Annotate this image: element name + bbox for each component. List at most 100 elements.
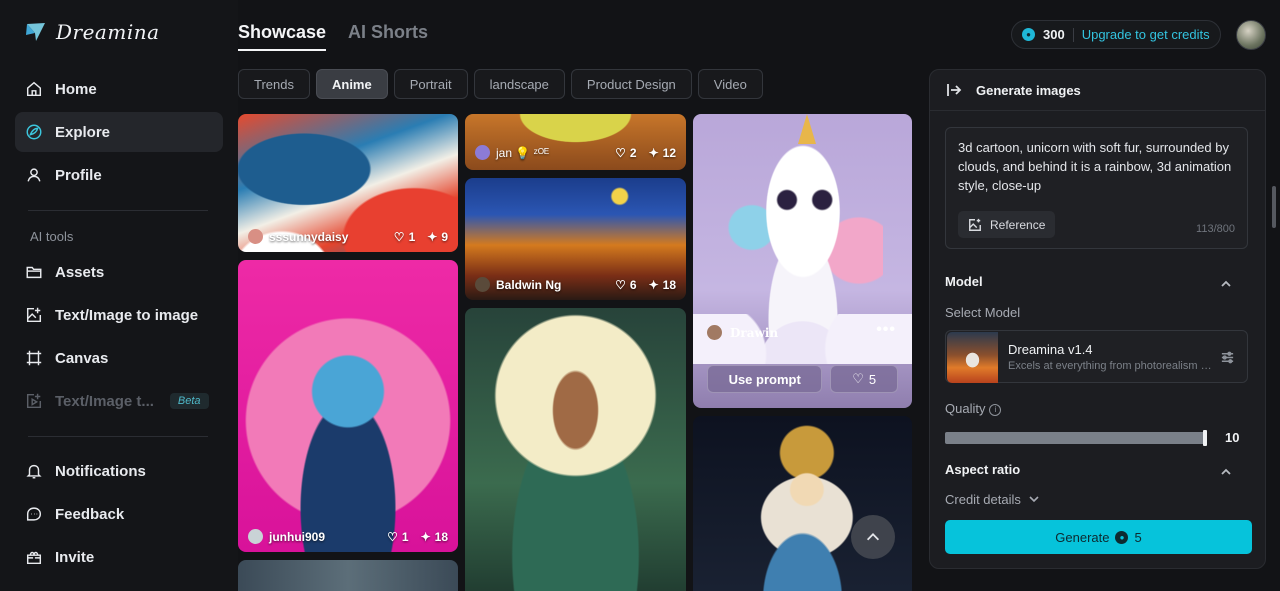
filter-video[interactable]: Video: [697, 69, 763, 99]
card-meta: junhui909 ♡ 1 ✦ 18: [248, 529, 448, 544]
sparkle-icon: ✦: [427, 229, 438, 244]
filter-trends[interactable]: Trends: [238, 69, 310, 99]
author-name[interactable]: sssunnydaisy: [269, 230, 348, 244]
model-section-title[interactable]: Model: [945, 274, 983, 289]
unicorn-horn: [798, 114, 816, 144]
collapse-panel-icon[interactable]: [946, 82, 962, 98]
gallery-card[interactable]: Baldwin Ng ♡ 6 ✦ 18: [465, 178, 686, 300]
video-icon: [26, 393, 42, 409]
credit-coin-icon: ●: [1022, 28, 1035, 41]
reference-button[interactable]: Reference: [958, 211, 1056, 238]
remix-count[interactable]: ✦ 9: [427, 230, 448, 244]
gallery-card[interactable]: jan 💡 ᶻᴼᴱ ♡ 2 ✦ 12: [465, 114, 686, 170]
credits-pill[interactable]: ● 300 Upgrade to get credits: [1011, 20, 1221, 49]
prompt-char-counter: 113/800: [1196, 223, 1235, 235]
like-count[interactable]: ♡ 1: [394, 230, 415, 244]
prompt-text[interactable]: 3d cartoon, unicorn with soft fur, surro…: [958, 138, 1235, 195]
feedback-icon: [26, 507, 42, 521]
user-avatar[interactable]: [1236, 20, 1266, 50]
filter-product-design[interactable]: Product Design: [570, 69, 692, 99]
sidebar-item-explore[interactable]: Explore: [15, 112, 223, 152]
gallery-card-hovered[interactable]: Drawin ••• Use prompt ♡ 5: [693, 114, 912, 408]
aspect-ratio-toggle[interactable]: [1221, 464, 1231, 475]
credit-amount: 300: [1043, 27, 1065, 42]
model-selector[interactable]: Dreamina v1.4 Excels at everything from …: [945, 330, 1248, 383]
sidebar-divider: [28, 210, 208, 211]
heart-icon: ♡: [387, 529, 398, 544]
filter-landscape[interactable]: landscape: [473, 69, 565, 99]
tab-ai-shorts[interactable]: AI Shorts: [348, 22, 428, 51]
card-meta: Baldwin Ng ♡ 6 ✦ 18: [475, 277, 676, 292]
heart-icon: ♡: [393, 229, 405, 244]
remix-count[interactable]: ✦ 12: [649, 146, 676, 160]
card-meta: jan 💡 ᶻᴼᴱ ♡ 2 ✦ 12: [475, 145, 676, 160]
sparkle-icon: ✦: [648, 145, 659, 160]
remix-count[interactable]: ✦ 18: [421, 530, 448, 544]
use-prompt-button[interactable]: Use prompt: [707, 365, 823, 393]
canvas-icon: [26, 350, 42, 366]
gallery-card[interactable]: sssunnydaisy ♡ 1 ✦ 9: [238, 114, 458, 252]
sidebar-item-notifications[interactable]: Notifications: [15, 451, 223, 491]
upgrade-link[interactable]: Upgrade to get credits: [1082, 27, 1210, 42]
tab-showcase[interactable]: Showcase: [238, 22, 327, 51]
sidebar-item-text-image-to-image[interactable]: Text/Image to image: [15, 295, 223, 335]
sidebar-item-profile[interactable]: Profile: [15, 155, 223, 195]
gallery-card[interactable]: [465, 308, 686, 591]
sidebar-item-feedback[interactable]: Feedback: [15, 494, 223, 534]
heart-icon: ♡: [615, 277, 626, 292]
author-avatar: [707, 325, 722, 340]
likes-value: 2: [629, 145, 637, 160]
filter-portrait[interactable]: Portrait: [393, 69, 468, 99]
card-author[interactable]: Drawin: [707, 325, 778, 340]
panel-scrollbar[interactable]: [1272, 186, 1276, 228]
sidebar-item-invite[interactable]: Invite: [15, 537, 223, 577]
author-name[interactable]: jan 💡 ᶻᴼᴱ: [496, 146, 549, 160]
sidebar-item-label: Profile: [55, 166, 102, 184]
like-count[interactable]: ♡ 1: [387, 530, 408, 544]
gallery-card[interactable]: junhui909 ♡ 1 ✦ 18: [238, 260, 458, 552]
add-image-icon: [969, 218, 981, 231]
sidebar-item-canvas[interactable]: Canvas: [15, 338, 223, 378]
author-avatar: [475, 145, 490, 160]
like-button[interactable]: ♡ 5: [830, 365, 898, 393]
credits-separator: [1072, 27, 1074, 42]
like-count[interactable]: ♡ 6: [615, 278, 636, 292]
heart-icon: ♡: [852, 371, 864, 386]
credit-details-toggle[interactable]: Credit details: [945, 492, 1039, 507]
gallery-card[interactable]: [693, 416, 912, 591]
remix-value: 9: [441, 229, 448, 244]
author-name[interactable]: junhui909: [269, 530, 325, 544]
sidebar-item-text-image-to-video[interactable]: Text/Image t... Beta: [15, 381, 223, 421]
prompt-input[interactable]: 3d cartoon, unicorn with soft fur, surro…: [945, 127, 1248, 249]
aspect-ratio-title[interactable]: Aspect ratio: [945, 462, 1020, 477]
remix-count[interactable]: ✦ 18: [649, 278, 676, 292]
sidebar-item-home[interactable]: Home: [15, 69, 223, 109]
generate-cost: 5: [1134, 529, 1142, 545]
filter-anime[interactable]: Anime: [315, 69, 388, 99]
quality-slider[interactable]: [945, 430, 1207, 446]
app-logo[interactable]: Dreamina: [24, 20, 160, 44]
quality-value: 10: [1225, 430, 1240, 445]
author-name[interactable]: Baldwin Ng: [496, 278, 561, 292]
likes-value: 1: [408, 229, 416, 244]
model-settings-icon[interactable]: [1220, 350, 1235, 370]
user-icon: [27, 168, 41, 182]
model-collapse-toggle[interactable]: [1221, 276, 1231, 287]
generate-button[interactable]: Generate ● 5: [945, 520, 1252, 554]
image-edit-icon: [26, 307, 42, 323]
chevron-up-icon: [1221, 468, 1231, 475]
sidebar-item-label: Text/Image t...: [55, 392, 154, 410]
sidebar-item-assets[interactable]: Assets: [15, 252, 223, 292]
like-count[interactable]: ♡ 2: [615, 146, 636, 160]
quality-slider-handle[interactable]: [1203, 430, 1207, 446]
sparkle-icon: ✦: [420, 529, 431, 544]
main-tabs: Showcase AI Shorts: [238, 22, 428, 51]
more-options-icon[interactable]: •••: [876, 321, 896, 339]
category-filters: Trends Anime Portrait landscape Product …: [238, 69, 763, 99]
quality-label-text: Quality: [945, 401, 986, 416]
gallery-card[interactable]: [238, 560, 458, 591]
beta-badge: Beta: [169, 393, 209, 409]
scroll-to-top-button[interactable]: [851, 515, 895, 559]
ai-tools-label: AI tools: [30, 229, 74, 244]
info-icon[interactable]: i: [989, 403, 1002, 416]
